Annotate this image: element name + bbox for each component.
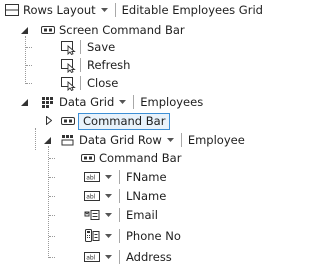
- svg-text:abl: abl: [86, 175, 95, 182]
- data-grid-row-label: Data Grid Row: [79, 133, 162, 147]
- separator: [119, 208, 120, 222]
- tree-line: [49, 196, 55, 197]
- phone-number-editor-icon: [84, 228, 100, 244]
- command-bar-icon: [60, 113, 76, 129]
- command-label: Save: [87, 40, 116, 54]
- control-type-dropdown[interactable]: [100, 7, 108, 13]
- control-type-dropdown[interactable]: [105, 233, 112, 239]
- collapse-toggle[interactable]: [43, 136, 52, 145]
- control-type-dropdown[interactable]: [105, 254, 112, 260]
- tree-node-data-grid-command-bar[interactable]: Command Bar: [60, 112, 171, 130]
- expanded-arrow-icon: [44, 137, 51, 144]
- data-grid-label: Data Grid: [59, 95, 115, 109]
- separator: [119, 170, 120, 184]
- rows-layout-icon: [4, 2, 20, 18]
- tree-line: [49, 158, 55, 159]
- tree-node-rows-layout[interactable]: Rows Layout Editable Employees Grid: [4, 1, 263, 19]
- tree-line: [49, 215, 55, 216]
- control-type-dropdown[interactable]: [166, 137, 174, 143]
- data-grid-row-icon: [60, 132, 76, 148]
- tree-node-field-fname[interactable]: abl FName: [84, 168, 167, 186]
- field-label: FName: [126, 170, 167, 184]
- svg-text:abl: abl: [86, 255, 95, 262]
- field-label: Email: [126, 208, 158, 222]
- expanded-arrow-icon: [21, 99, 28, 106]
- tree-node-command-save[interactable]: Save: [60, 38, 115, 56]
- chevron-down-icon: [105, 174, 112, 179]
- control-type-dropdown[interactable]: [119, 99, 127, 105]
- layout-tree: Rows Layout Editable Employees Grid Scre…: [0, 0, 272, 272]
- chevron-down-icon: [105, 193, 112, 198]
- screen-command-bar-label: Screen Command Bar: [59, 23, 185, 37]
- email-address-editor-icon: [84, 207, 100, 223]
- chevron-down-icon: [105, 254, 112, 259]
- command-label: Refresh: [87, 58, 131, 72]
- tree-line: [25, 36, 26, 84]
- tree-node-data-grid-row[interactable]: Data Grid Row Employee: [60, 131, 245, 149]
- chevron-down-icon: [105, 212, 112, 217]
- control-type-dropdown[interactable]: [105, 174, 112, 180]
- chevron-down-icon: [105, 233, 112, 238]
- separator: [119, 250, 120, 264]
- chevron-down-icon: [100, 7, 108, 12]
- tree-line: [49, 177, 55, 178]
- command-bar-label: Command Bar: [99, 151, 182, 165]
- separator: [114, 3, 116, 17]
- rows-layout-value: Editable Employees Grid: [121, 3, 263, 17]
- textbox-icon: abl: [84, 169, 100, 185]
- separator: [80, 76, 81, 90]
- control-type-dropdown[interactable]: [105, 212, 112, 218]
- tree-line: [48, 146, 49, 258]
- expand-toggle[interactable]: [44, 116, 53, 125]
- svg-text:abl: abl: [86, 194, 95, 201]
- chevron-down-icon: [119, 99, 127, 104]
- separator: [80, 58, 81, 72]
- command-icon: [60, 57, 76, 73]
- textbox-icon: abl: [84, 249, 100, 265]
- tree-node-field-address[interactable]: abl Address: [84, 248, 172, 266]
- tree-line: [26, 65, 32, 66]
- command-bar-icon: [40, 22, 56, 38]
- tree-node-screen-command-bar[interactable]: Screen Command Bar: [40, 21, 185, 39]
- data-grid-row-value: Employee: [187, 133, 245, 147]
- expanded-arrow-icon: [21, 27, 28, 34]
- data-grid-icon: [40, 94, 56, 110]
- tree-line: [49, 257, 55, 258]
- command-bar-icon: [80, 150, 96, 166]
- tree-node-field-phone-no[interactable]: Phone No: [84, 227, 181, 245]
- command-icon: [60, 75, 76, 91]
- tree-node-row-command-bar[interactable]: Command Bar: [80, 149, 181, 167]
- separator: [80, 40, 81, 54]
- command-icon: [60, 39, 76, 55]
- separator: [119, 189, 120, 203]
- data-grid-value: Employees: [140, 95, 204, 109]
- separator: [180, 133, 182, 147]
- tree-node-command-refresh[interactable]: Refresh: [60, 56, 130, 74]
- command-label: Close: [87, 76, 119, 90]
- textbox-icon: abl: [84, 188, 100, 204]
- tree-node-field-lname[interactable]: abl LName: [84, 187, 166, 205]
- command-bar-label: Command Bar: [78, 112, 171, 130]
- field-label: Address: [126, 250, 172, 264]
- collapse-toggle[interactable]: [20, 98, 29, 107]
- tree-node-field-email[interactable]: Email: [84, 206, 158, 224]
- tree-line: [26, 47, 32, 48]
- control-type-dropdown[interactable]: [105, 193, 112, 199]
- tree-line: [35, 128, 36, 150]
- tree-line: [49, 236, 55, 237]
- tree-node-command-close[interactable]: Close: [60, 74, 118, 92]
- tree-node-data-grid[interactable]: Data Grid Employees: [40, 93, 203, 111]
- separator: [119, 229, 120, 243]
- chevron-down-icon: [166, 137, 174, 142]
- collapse-toggle[interactable]: [20, 26, 29, 35]
- tree-line: [26, 83, 32, 84]
- field-label: LName: [126, 189, 167, 203]
- field-label: Phone No: [126, 229, 181, 243]
- collapsed-arrow-icon: [45, 116, 52, 125]
- separator: [133, 95, 135, 109]
- rows-layout-label: Rows Layout: [23, 3, 96, 17]
